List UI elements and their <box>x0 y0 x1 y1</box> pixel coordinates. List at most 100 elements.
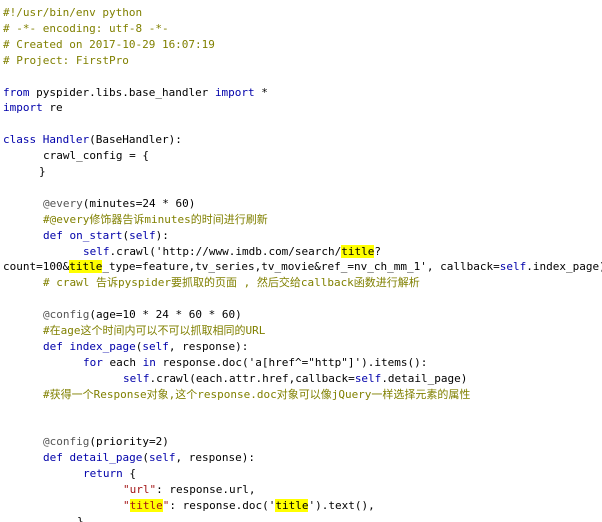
code-token: , response): <box>175 451 255 465</box>
code-token: } <box>39 165 46 178</box>
code-token: { <box>122 467 136 481</box>
code-token: @config <box>43 308 90 322</box>
code-token: } <box>77 514 84 522</box>
code-token: ): <box>155 228 169 242</box>
code-line: # -*- encoding: utf-8 -*- <box>0 21 602 37</box>
code-token: (BaseHandler): <box>89 133 182 147</box>
code-token: * <box>201 308 222 322</box>
code-token: "url" <box>123 483 157 496</box>
code-token: re <box>42 101 63 115</box>
code-token: import <box>214 85 255 99</box>
code-token: ').text(), <box>308 498 375 512</box>
code-token: self <box>354 371 382 385</box>
code-token: * <box>254 85 268 99</box>
code-line: } <box>0 514 602 522</box>
code-token: " <box>123 498 130 512</box>
code-token: #获得一个Response对象,这个response.doc对象可以像jQuer… <box>43 387 471 401</box>
code-line: #@every修饰器告诉minutes的时间进行刷新 <box>0 212 602 228</box>
code-line: "title": response.doc('title').text(), <box>0 498 602 514</box>
code-token: self <box>83 244 110 258</box>
code-token: , response): <box>168 339 249 353</box>
code-token: on_start <box>69 228 123 242</box>
code-token: 60 <box>188 308 202 322</box>
search-highlight: title <box>341 244 375 258</box>
code-token: * <box>168 308 189 322</box>
code-token: self <box>142 339 169 353</box>
code-line: #!/usr/bin/env python <box>0 5 602 21</box>
code-token: def <box>43 451 63 465</box>
search-highlight: title <box>69 260 103 274</box>
code-token: 10 <box>122 308 136 322</box>
code-token: pyspider.libs.base_handler <box>29 85 215 99</box>
code-token: * <box>155 196 176 210</box>
code-editor[interactable]: #!/usr/bin/env python # -*- encoding: utf… <box>0 0 602 522</box>
code-token: ( <box>142 451 149 465</box>
code-token: Handler <box>42 133 90 147</box>
code-token: import <box>3 101 43 115</box>
search-highlight: title <box>129 498 163 512</box>
code-token: .index_page) <box>526 260 602 274</box>
code-line: self.crawl(each.attr.href,callback=self.… <box>0 371 602 387</box>
code-token: detail_page <box>69 451 143 465</box>
code-token: count=100& <box>3 260 70 274</box>
code-line: def index_page(self, response): <box>0 339 602 355</box>
code-token: def <box>43 228 63 242</box>
code-line: for each in response.doc('a[href^="http"… <box>0 355 602 371</box>
code-line: # Project: FirstPro <box>0 53 602 69</box>
code-line: return { <box>0 466 602 482</box>
code-token: class <box>3 133 37 147</box>
code-token: 24 <box>155 308 169 322</box>
code-line: crawl_config = { <box>0 148 602 164</box>
code-token: (minutes= <box>82 196 143 210</box>
code-token: @every <box>43 196 83 210</box>
code-token: ) <box>162 435 169 449</box>
code-token: crawl_config = { <box>43 149 149 163</box>
code-line: def on_start(self): <box>0 228 602 244</box>
code-line: class Handler(BaseHandler): <box>0 132 602 148</box>
code-line: # crawl 告诉pyspider要抓取的页面 , 然后交给callback函… <box>0 275 602 291</box>
code-token: response.doc('a[href^="http"]').items(): <box>155 355 428 369</box>
code-token: in <box>142 355 156 369</box>
code-line: } <box>0 164 602 180</box>
code-line: #获得一个Response对象,这个response.doc对象可以像jQuer… <box>0 387 602 403</box>
code-token: self <box>129 228 156 242</box>
code-line: import re <box>0 100 602 116</box>
code-token: * <box>135 308 156 322</box>
code-token: #@every修饰器告诉minutes的时间进行刷新 <box>43 212 268 226</box>
code-token: (priority= <box>89 435 156 449</box>
code-line: # Created on 2017-10-29 16:07:19 <box>0 37 602 53</box>
code-token: : response.url, <box>156 483 256 496</box>
code-token: 60 <box>221 308 236 322</box>
code-token: def <box>43 339 63 353</box>
code-token: # Created on 2017-10-29 16:07:19 <box>3 37 215 51</box>
code-token: @config <box>43 435 90 449</box>
code-token: # Project: FirstPro <box>3 53 129 67</box>
code-token: 24 <box>142 196 156 210</box>
code-token: .crawl(each.attr.href,callback= <box>149 371 355 385</box>
code-line: from pyspider.libs.base_handler import * <box>0 85 602 101</box>
code-token: ) <box>235 308 242 322</box>
code-line: @config(priority=2) <box>0 434 602 450</box>
code-token: : response.doc(' <box>169 498 276 512</box>
code-token: for <box>83 355 103 369</box>
code-line: @config(age=10 * 24 * 60 * 60) <box>0 307 602 323</box>
code-token: 60 <box>175 196 189 210</box>
code-token: self <box>499 260 527 274</box>
code-line: "url": response.url, <box>0 482 602 498</box>
code-token: # -*- encoding: utf-8 -*- <box>3 21 169 35</box>
code-token: each <box>102 355 143 369</box>
code-token: _type=feature,tv_series,tv_movie&ref_=nv… <box>102 260 500 274</box>
search-highlight: title <box>275 498 309 512</box>
code-token: (age= <box>89 308 123 322</box>
code-token: # crawl 告诉pyspider要抓取的页面 , 然后交给callback函… <box>43 276 420 290</box>
